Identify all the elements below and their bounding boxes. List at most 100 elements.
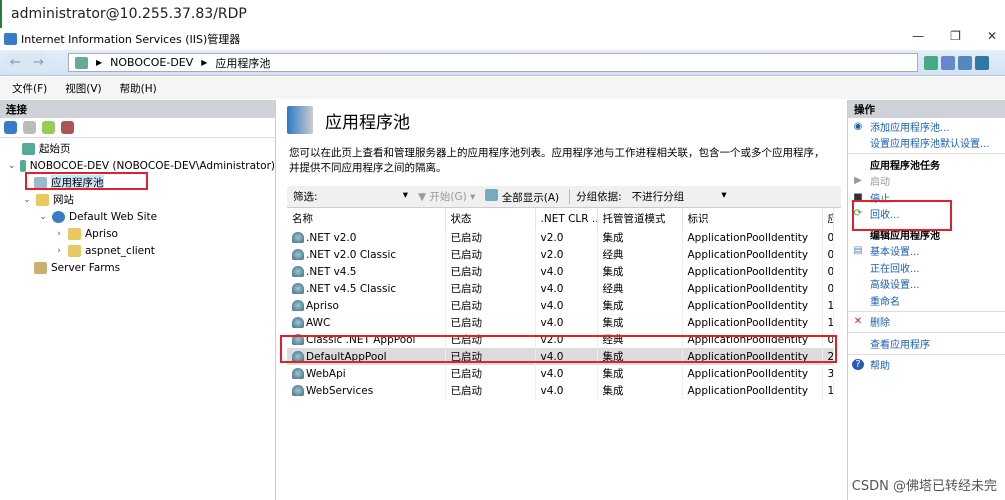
cell: .NET v4.5 (287, 263, 446, 280)
cell: 集成 (597, 348, 683, 365)
chevron-right-icon[interactable]: › (54, 246, 64, 256)
cell: ApplicationPoolIdentity (682, 263, 823, 280)
cell-text: 集成 (602, 385, 624, 397)
column-header[interactable]: 托管管道模式 (597, 208, 683, 229)
restore-button[interactable]: ❐ (950, 29, 961, 43)
table-row[interactable]: .NET v2.0 已启动 v2.0 集成 ApplicationPoolIdentit… (287, 229, 834, 246)
table-row[interactable]: Apriso 已启动 v4.0 集成 ApplicationPoolIdentity 1 (287, 297, 834, 314)
back-button[interactable]: ← (10, 55, 21, 70)
cell-text: 经典 (602, 283, 624, 295)
stop-icon[interactable] (941, 55, 955, 70)
minimize-button[interactable]: — (912, 29, 924, 43)
rdp-title-bar: administrator@10.255.37.83/RDP (0, 0, 1005, 28)
cell-text: v4.0 (540, 265, 564, 278)
refresh-icon[interactable] (924, 55, 938, 70)
recycling-action[interactable]: 正在回收... (848, 259, 1005, 276)
tree-apriso[interactable]: › Apriso (0, 225, 275, 242)
up-icon[interactable] (42, 121, 55, 134)
cell-text: 0 (828, 334, 833, 346)
cell: v2.0 (535, 331, 598, 348)
recycle-action[interactable]: ⟳ 回收... (848, 206, 1005, 223)
cell: 集成 (597, 229, 683, 246)
chevron-right-icon[interactable]: › (54, 229, 64, 239)
cell-text: 已启动 (450, 283, 483, 295)
table-row[interactable]: .NET v4.5 Classic 已启动 v4.0 经典 ApplicationPoo… (287, 280, 834, 297)
rename-action[interactable]: 重命名 (848, 292, 1005, 309)
help-icon[interactable] (975, 55, 989, 70)
address-input[interactable]: ▶ NOBOCOE-DEV ▶ 应用程序池 (68, 53, 918, 72)
connect-icon[interactable] (4, 121, 17, 134)
table-row[interactable]: .NET v4.5 已启动 v4.0 集成 ApplicationPoolIdentit… (287, 263, 834, 280)
cell-text: Apriso (306, 299, 339, 312)
table-row[interactable]: AWC 已启动 v4.0 集成 ApplicationPoolIdentity 1 (287, 314, 834, 331)
view-apps-action[interactable]: 查看应用程序 (848, 335, 1005, 352)
tree-server[interactable]: ⌄ NOBOCOE-DEV (NOBOCOE-DEV\Administrator) (0, 157, 275, 174)
cell: v4.0 (535, 297, 598, 314)
table-row[interactable]: WebServices 已启动 v4.0 集成 ApplicationPoolIdent… (287, 382, 834, 399)
app-pool-icon (34, 176, 47, 189)
address-bar: ← → ▶ NOBOCOE-DEV ▶ 应用程序池 (0, 50, 1005, 76)
tree-sites[interactable]: ⌄ 网站 (0, 191, 275, 208)
delete-action[interactable]: ✕ 删除 (848, 314, 1005, 331)
menu-view[interactable]: 视图(V) (65, 81, 101, 96)
tasks-heading: 应用程序池任务 (870, 160, 940, 172)
tree-app-pools[interactable]: 应用程序池 (0, 174, 275, 191)
stop-action[interactable]: ■ 停止 (848, 189, 1005, 206)
breadcrumb-server[interactable]: NOBOCOE-DEV (110, 56, 193, 69)
save-icon[interactable] (23, 121, 36, 134)
start-filter-button[interactable]: ▼ 开始(G) ▾ (418, 189, 475, 204)
home-icon[interactable] (958, 55, 972, 70)
cell-text: ApplicationPoolIdentity (687, 299, 809, 312)
cell-text: 集成 (602, 351, 624, 363)
set-defaults-action[interactable]: 设置应用程序池默认设置... (848, 135, 1005, 152)
filter-label: 筛选: (293, 191, 318, 203)
cell-text: 已启动 (450, 249, 483, 261)
advanced-settings-action[interactable]: 高级设置... (848, 276, 1005, 293)
table-row[interactable]: .NET v2.0 Classic 已启动 v2.0 经典 ApplicationPoo… (287, 246, 834, 263)
breadcrumb-app-pools[interactable]: 应用程序池 (215, 55, 270, 71)
help-action[interactable]: ? 帮助 (848, 357, 1005, 374)
disconnect-icon[interactable] (61, 121, 74, 134)
stop-icon: ■ (853, 191, 863, 203)
menu-help[interactable]: 帮助(H) (120, 81, 157, 96)
cell-text: 已启动 (450, 266, 483, 278)
page-description: 您可以在此页上查看和管理服务器上的应用程序池列表。应用程序池与工作进程相关联，包… (289, 147, 825, 174)
cell-text: v2.0 (540, 248, 564, 261)
table-row[interactable]: Classic .NET AppPool 已启动 v2.0 经典 Application… (287, 331, 834, 348)
menu-file[interactable]: 文件(F) (12, 81, 47, 96)
cell-text: 集成 (602, 266, 624, 278)
show-all-button[interactable]: 全部显示(A) (485, 188, 559, 205)
column-header[interactable]: 状态 (445, 208, 536, 229)
filter-input[interactable]: 筛选: ▾ (293, 189, 408, 204)
column-header[interactable]: 标识 (682, 208, 823, 229)
cell-text: .NET v4.5 Classic (306, 282, 397, 295)
cell: 0 (822, 229, 834, 246)
actions-header: 操作 (848, 100, 1005, 118)
cell-text: ApplicationPoolIdentity (687, 282, 809, 295)
add-app-pool-action[interactable]: ◉ 添加应用程序池... (848, 118, 1005, 135)
label: 添加应用程序池... (870, 122, 950, 134)
label: 起始页 (39, 143, 71, 155)
forward-button[interactable]: → (33, 55, 44, 70)
tree-default-web-site[interactable]: ⌄ Default Web Site (0, 208, 275, 225)
chevron-down-icon[interactable]: ⌄ (8, 161, 16, 171)
basic-settings-action[interactable]: ▤ 基本设置... (848, 243, 1005, 260)
column-header[interactable]: 名称 (287, 208, 446, 229)
start-action[interactable]: ▶ 启动 (848, 173, 1005, 190)
table-row[interactable]: WebApi 已启动 v4.0 集成 ApplicationPoolIdentity 3 (287, 365, 834, 382)
group-by-select[interactable]: 不进行分组 ▾ (632, 189, 727, 204)
show-all-icon (485, 188, 499, 201)
column-header[interactable]: 应 (822, 208, 834, 229)
cell: AWC (287, 314, 446, 331)
tree-server-farms[interactable]: Server Farms (0, 259, 275, 276)
chevron-down-icon[interactable]: ⌄ (22, 195, 32, 205)
label: 停止 (870, 193, 890, 205)
column-header[interactable]: .NET CLR ... (535, 208, 598, 229)
table-row[interactable]: DefaultAppPool 已启动 v4.0 集成 ApplicationPoolId… (287, 348, 834, 365)
chevron-down-icon[interactable]: ⌄ (38, 212, 48, 222)
label: 帮助 (870, 361, 890, 373)
tree-start-page[interactable]: 起始页 (0, 140, 275, 157)
tree-aspnet-client[interactable]: › aspnet_client (0, 242, 275, 259)
cell: ApplicationPoolIdentity (682, 382, 823, 399)
close-button[interactable]: ✕ (987, 29, 997, 43)
